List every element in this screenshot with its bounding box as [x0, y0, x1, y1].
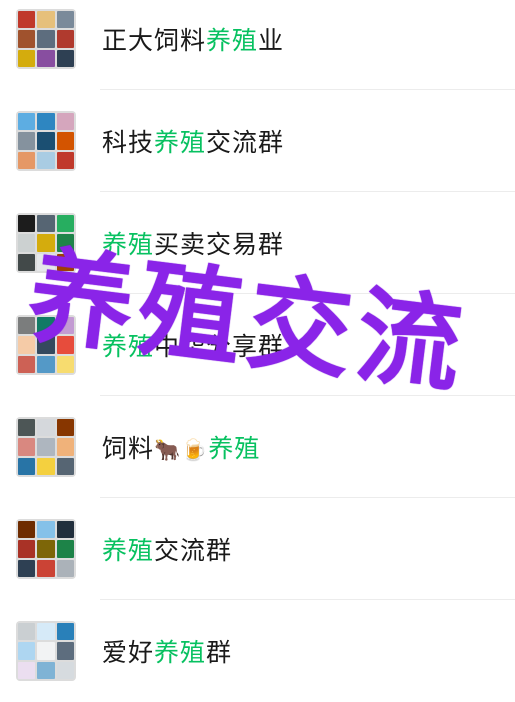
- group-name: 科技养殖交流群: [102, 128, 285, 157]
- group-chat-item[interactable]: 饲料🐂🍺养殖: [0, 396, 515, 498]
- group-avatar: [16, 9, 76, 69]
- group-avatar: [16, 621, 76, 681]
- group-avatar: [16, 417, 76, 477]
- cow-beer-emoji: 🐂🍺: [154, 438, 209, 462]
- group-chat-item[interactable]: 养殖交流群: [0, 498, 515, 600]
- group-name: 正大饲料养殖业: [102, 26, 285, 55]
- group-chat-item[interactable]: 爱好养殖群: [0, 600, 515, 702]
- group-name: 养殖买卖交易群: [102, 230, 285, 259]
- group-avatar: [16, 111, 76, 171]
- group-name: 养殖交流群: [102, 536, 233, 565]
- group-chat-item[interactable]: 养殖中华分享群: [0, 294, 515, 396]
- group-avatar: [16, 315, 76, 375]
- group-name: 爱好养殖群: [102, 638, 233, 667]
- group-chat-item[interactable]: 正大饲料养殖业: [0, 0, 515, 90]
- group-chat-item[interactable]: 养殖买卖交易群: [0, 192, 515, 294]
- group-avatar: [16, 519, 76, 579]
- group-avatar: [16, 213, 76, 273]
- group-chat-item[interactable]: 科技养殖交流群: [0, 90, 515, 192]
- group-name: 养殖中华分享群: [102, 332, 285, 361]
- group-name: 饲料🐂🍺养殖: [102, 434, 261, 463]
